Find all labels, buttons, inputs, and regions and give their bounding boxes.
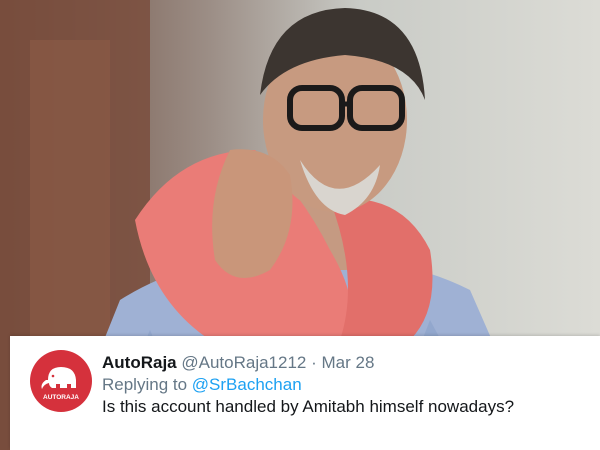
tweet-body: AutoRaja @AutoRaja1212 · Mar 28 Replying… <box>102 352 594 418</box>
avatar-logo-text: AUTORAJA <box>43 394 79 401</box>
replying-to-line: Replying to @SrBachchan <box>102 374 594 396</box>
tweet-card[interactable]: AUTORAJA AutoRaja @AutoRaja1212 · Mar 28… <box>10 336 600 450</box>
user-handle[interactable]: @AutoRaja1212 <box>181 353 306 372</box>
tweet-header: AutoRaja @AutoRaja1212 · Mar 28 <box>102 352 594 374</box>
tweet-text: Is this account handled by Amitabh himse… <box>102 397 515 416</box>
replying-to-handle-link[interactable]: @SrBachchan <box>192 375 302 394</box>
separator-dot: · <box>311 353 317 372</box>
replying-to-label: Replying to <box>102 375 188 394</box>
display-name[interactable]: AutoRaja <box>102 353 177 372</box>
elephant-icon <box>41 367 76 389</box>
avatar[interactable]: AUTORAJA <box>30 350 92 412</box>
tweet-date[interactable]: Mar 28 <box>322 353 375 372</box>
